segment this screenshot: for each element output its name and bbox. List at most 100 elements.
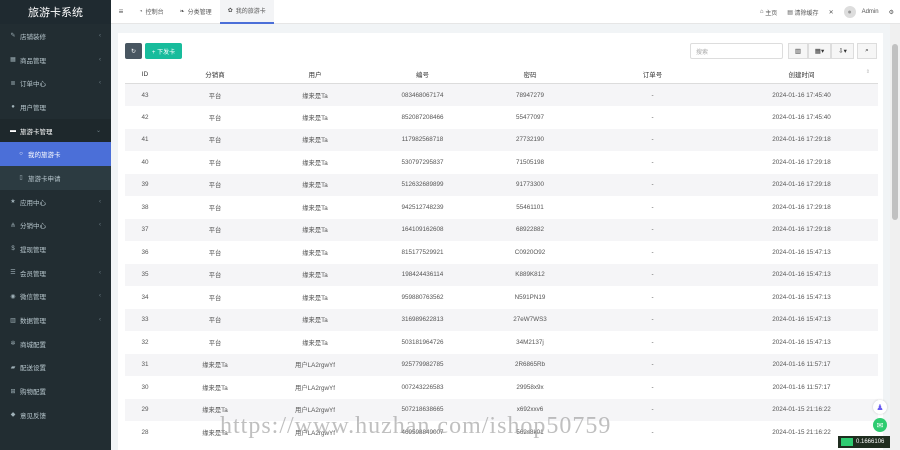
search-input[interactable]: 搜索: [690, 43, 783, 59]
sidebar-item-label: 意见反馈: [20, 412, 46, 420]
sidebar-item-label: 数据管理: [20, 318, 46, 326]
sidebar-item-apps[interactable]: ★ 应用中心 ‹: [0, 190, 111, 214]
tab-dashboard[interactable]: ◔ 控制台: [131, 0, 172, 24]
table-body: 43 平台 缘来是Ta 083468067174 78947279-2024-01-16…: [125, 83, 878, 444]
table-row[interactable]: 34 平台 缘来是Ta 959880763562 N591PN19 - 2024-01-16…: [125, 286, 878, 309]
table-row[interactable]: 37 平台 缘来是Ta 164109162608 68922882-2024-01-16…: [125, 218, 878, 241]
table-cell: 55461101: [516, 203, 544, 211]
table-cell: 28: [141, 428, 149, 436]
chevron-left-icon: ‹: [99, 293, 101, 300]
menu-toggle-icon[interactable]: ≡: [111, 7, 131, 16]
table-row[interactable]: 36 平台 缘来是Ta 815177529921 C0920O92 - 2024-01-16…: [125, 241, 878, 264]
list-icon: ≣: [10, 80, 16, 87]
comment-icon: ◆: [10, 412, 16, 419]
scrollbar[interactable]: [890, 24, 900, 450]
sidebar-item-members[interactable]: ☰ 会员管理 ‹: [0, 261, 111, 285]
sidebar-item-travel-card[interactable]: ▬ 旅游卡管理 ⌄: [0, 118, 111, 143]
refresh-button[interactable]: ↻: [125, 43, 142, 59]
column-header[interactable]: 编号: [365, 65, 480, 84]
column-header-created[interactable]: 创建时间 ⇕: [725, 65, 878, 84]
table-cell: 2024-01-16 17:45:40: [725, 83, 878, 106]
search-button[interactable]: ⌕: [857, 43, 877, 59]
sidebar-item-orders[interactable]: ≣ 订单中心 ‹: [0, 71, 111, 95]
sidebar-item-data[interactable]: ▥ 数据管理 ‹: [0, 308, 111, 332]
sidebar-item-label: 商品管理: [20, 57, 46, 65]
sidebar: 旅游卡系统 ✎ 店铺装修 ‹ ▦ 商品管理 ‹ ≣ 订单中心 ‹ ● 用户管理 ▬ 旅游卡管理 ⌄…: [0, 0, 111, 450]
clear-cache-label: 清除缓存: [794, 10, 819, 17]
table-tools: 搜索 ▥ ▦▾ ⇩▾ ⌕: [690, 43, 877, 59]
table-row[interactable]: 35 平台 缘来是Ta 198424436114 K889K812-2024-01-16…: [125, 263, 878, 286]
sidebar-item-distribution[interactable]: ⋔ 分销中心 ‹: [0, 214, 111, 238]
table-row[interactable]: 42 平台 缘来是Ta 852087208466 55477097 - 2024-01-16…: [125, 106, 878, 129]
sidebar-item-feedback[interactable]: ◆ 意见反馈: [0, 403, 111, 427]
chart-icon: ▥: [10, 317, 16, 324]
trash-icon: ▤: [787, 9, 795, 16]
user-menu[interactable]: ● Admin: [843, 6, 879, 18]
content-panel: ↻ + 下发卡 搜索 ▥ ▦▾ ⇩▾ ⌕ ID 分销商 用户 编号 密码 订单号…: [118, 33, 883, 450]
table-cell: 164109162608: [365, 218, 480, 241]
table-row[interactable]: 32 平台 缘来是Ta 503181964726 34M2137j - 2024-01-16…: [125, 331, 878, 354]
column-header[interactable]: 订单号: [580, 65, 725, 84]
table-cell: -: [651, 158, 654, 166]
table-cell: 34: [141, 293, 149, 301]
tab-category[interactable]: ❧ 分类管理: [172, 0, 220, 24]
table-row[interactable]: 41 平台 缘来是Ta 117982568718 27732190-2024-01-16…: [125, 128, 878, 151]
toggle-view-button[interactable]: ▥: [788, 43, 808, 59]
column-header[interactable]: 密码: [480, 65, 580, 84]
sidebar-item-withdraw[interactable]: $ 提现管理: [0, 237, 111, 261]
sidebar-item-shopping-config[interactable]: ⊞ 购物配置: [0, 379, 111, 403]
table-row[interactable]: 38 平台 缘来是Ta 942512748239 55461101 - 2024-01-16…: [125, 196, 878, 219]
table-row[interactable]: 43 平台 缘来是Ta 083468067174 78947279-2024-01-16…: [125, 83, 878, 106]
avatar: ●: [843, 6, 856, 18]
table-cell: 平台: [208, 204, 222, 212]
truck-icon: ▰: [10, 364, 16, 371]
table-cell: 平台: [208, 294, 222, 302]
home-link[interactable]: ⌂ 主页: [760, 8, 777, 17]
table-cell: 缘来是Ta: [302, 159, 328, 167]
sidebar-item-delivery[interactable]: ▰ 配送设置: [0, 356, 111, 380]
table-cell: 平台: [208, 159, 222, 167]
sidebar-item-mall-config[interactable]: ✲ 商城配置: [0, 332, 111, 356]
sidebar-item-label: 用户管理: [20, 104, 46, 112]
table-cell: -: [580, 353, 725, 376]
table-cell: 2024-01-16 15:47:13: [725, 263, 878, 286]
sidebar-item-my-travel-card[interactable]: ○ 我的旅游卡: [0, 142, 111, 167]
table-cell: 平台: [208, 249, 222, 257]
table-row[interactable]: 39 平台 缘来是Ta 512632689899 91773300-2024-01-16…: [125, 173, 878, 196]
issue-card-button[interactable]: + 下发卡: [145, 43, 182, 59]
sidebar-item-shop-decoration[interactable]: ✎ 店铺装修 ‹: [0, 24, 111, 48]
table-cell: 缘来是Ta: [265, 128, 365, 151]
table-cell: 925779982785: [365, 353, 480, 376]
sidebar-item-users[interactable]: ● 用户管理: [0, 95, 111, 119]
sort-icon[interactable]: ⇕: [866, 69, 870, 75]
user-name: Admin: [861, 9, 879, 15]
column-header[interactable]: 用户: [265, 65, 365, 84]
tab-my-travel-card[interactable]: ✿ 我的旅游卡: [219, 0, 274, 24]
table-row[interactable]: 30 缘来是Ta 用户LA2rgwYf 007243226583 29958x9x - 20…: [125, 376, 878, 399]
tab-label: 分类管理: [187, 10, 212, 16]
sidebar-item-wechat[interactable]: ◉ 微信管理 ‹: [0, 285, 111, 309]
column-header[interactable]: 分销商: [165, 65, 265, 84]
table-row[interactable]: 40 平台 缘来是Ta 530797295837 71505198 - 2024-01-16…: [125, 151, 878, 174]
clear-cache-button[interactable]: ▤ 清除缓存: [787, 8, 818, 17]
table-cell: 2024-01-16 15:47:13: [772, 248, 831, 256]
table-cell: 39: [125, 173, 165, 196]
export-dropdown-button[interactable]: ⇩▾: [831, 43, 854, 59]
assistant-icon[interactable]: ♟: [873, 400, 887, 414]
sidebar-item-products[interactable]: ▦ 商品管理 ‹: [0, 48, 111, 72]
app-title[interactable]: 旅游卡系统: [0, 0, 111, 24]
fullscreen-icon[interactable]: ✕: [829, 9, 834, 16]
table-cell: 平台: [208, 339, 222, 347]
settings-icon[interactable]: ⚙: [889, 9, 894, 16]
table-row[interactable]: 33 平台 缘来是Ta 316989622813 27eW7WS3-2024-01-16…: [125, 308, 878, 331]
column-header[interactable]: ID: [125, 65, 165, 84]
sidebar-item-card-application[interactable]: ▯ 旅游卡申请: [0, 166, 111, 190]
chat-icon[interactable]: ✉: [873, 418, 887, 432]
share-icon: ⋔: [10, 222, 16, 229]
table-row[interactable]: 31 缘来是Ta 用户LA2rgwYf 925779982785 2R6865Rb -20…: [125, 353, 878, 376]
table-cell: -: [651, 383, 654, 391]
scrollbar-thumb[interactable]: [892, 44, 898, 220]
chevron-left-icon: ‹: [99, 32, 101, 39]
columns-dropdown-button[interactable]: ▦▾: [808, 43, 831, 59]
table-cell: 68922882: [480, 218, 580, 241]
